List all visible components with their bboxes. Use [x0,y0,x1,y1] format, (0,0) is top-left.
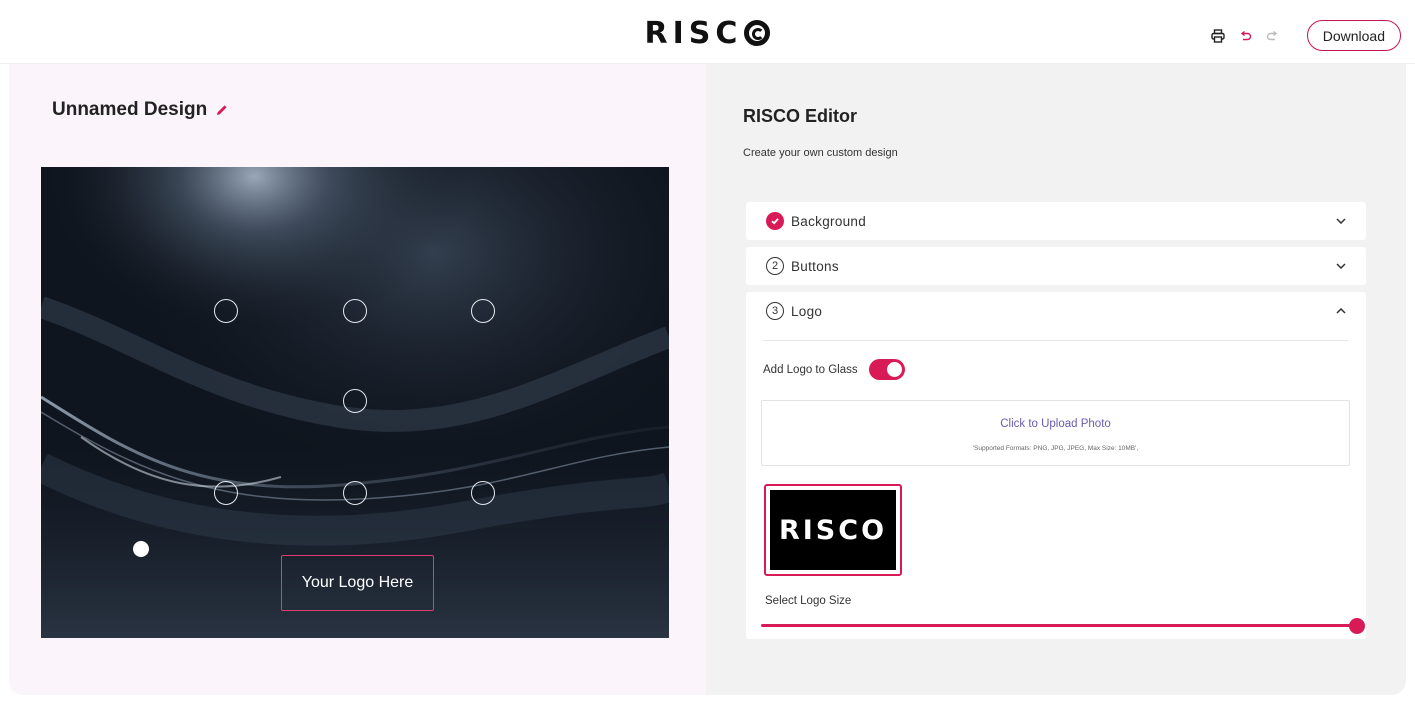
accordion-header-background[interactable]: Background [746,202,1366,240]
logo-size-label: Select Logo Size [765,595,852,607]
toggle-label: Add Logo to Glass [763,363,858,376]
accordion-background: Background [746,202,1366,240]
check-circle-icon [766,212,784,230]
button-marker[interactable] [214,481,238,505]
button-marker[interactable] [343,299,367,323]
logo-thumbnail[interactable]: RISCO [764,484,902,576]
accordion-label: Logo [791,303,823,319]
button-marker[interactable] [471,299,495,323]
download-button[interactable]: Download [1306,20,1401,51]
button-marker[interactable] [214,299,238,323]
design-preview-panel: Unnamed Design Your Logo Here [9,64,706,695]
printer-icon[interactable] [1207,22,1229,50]
redo-icon[interactable] [1261,22,1283,50]
workspace: Unnamed Design Your Logo Here RISCO Edit… [9,64,1406,695]
header-actions: Download [1207,20,1401,51]
logo-thumbnail-image: RISCO [770,490,896,570]
undo-icon[interactable] [1235,22,1257,50]
app-header: RISC Download [0,0,1415,64]
add-logo-toggle[interactable] [868,359,905,380]
button-marker[interactable] [343,389,367,413]
step-number-badge: 3 [766,302,784,320]
upload-link[interactable]: Click to Upload Photo [762,418,1349,430]
slider-track [761,624,1357,627]
accordion-header-logo[interactable]: 3 Logo [746,292,1366,330]
accordion-header-buttons[interactable]: 2 Buttons [746,247,1366,285]
brand-logo: RISC [0,16,1415,52]
divider [763,340,1348,341]
chevron-down-icon [1336,218,1346,224]
indicator-dot [133,541,149,557]
step-number-badge: 2 [766,257,784,275]
chevron-down-icon [1336,263,1346,269]
glass-canvas[interactable]: Your Logo Here [41,167,669,638]
editor-title: RISCO Editor [743,106,858,126]
logo-size-slider[interactable] [761,618,1365,634]
accordion-buttons: 2 Buttons [746,247,1366,285]
editor-subtitle: Create your own custom design [743,147,898,159]
logo-thumbnail-text: RISCO [778,514,888,546]
design-title-row: Unnamed Design [52,99,229,121]
logo-placeholder[interactable]: Your Logo Here [281,555,434,611]
button-marker[interactable] [471,481,495,505]
editor-panel: RISCO Editor Create your own custom desi… [706,64,1406,695]
slider-thumb[interactable] [1349,618,1365,634]
accordion-logo: 3 Logo Add Logo to Glass Click to Upload… [746,292,1366,639]
upload-format-note: 'Supported Formats: PNG, JPG, JPEG, Max … [972,445,1139,452]
button-marker[interactable] [343,481,367,505]
design-title[interactable]: Unnamed Design [52,99,207,121]
upload-dropzone[interactable]: Click to Upload Photo 'Supported Formats… [761,400,1350,466]
chevron-up-icon [1336,308,1346,314]
accordion-label: Background [791,213,867,229]
logo-toggle-row: Add Logo to Glass [763,359,905,380]
accordion-label: Buttons [791,258,839,274]
pencil-icon[interactable] [215,103,229,117]
